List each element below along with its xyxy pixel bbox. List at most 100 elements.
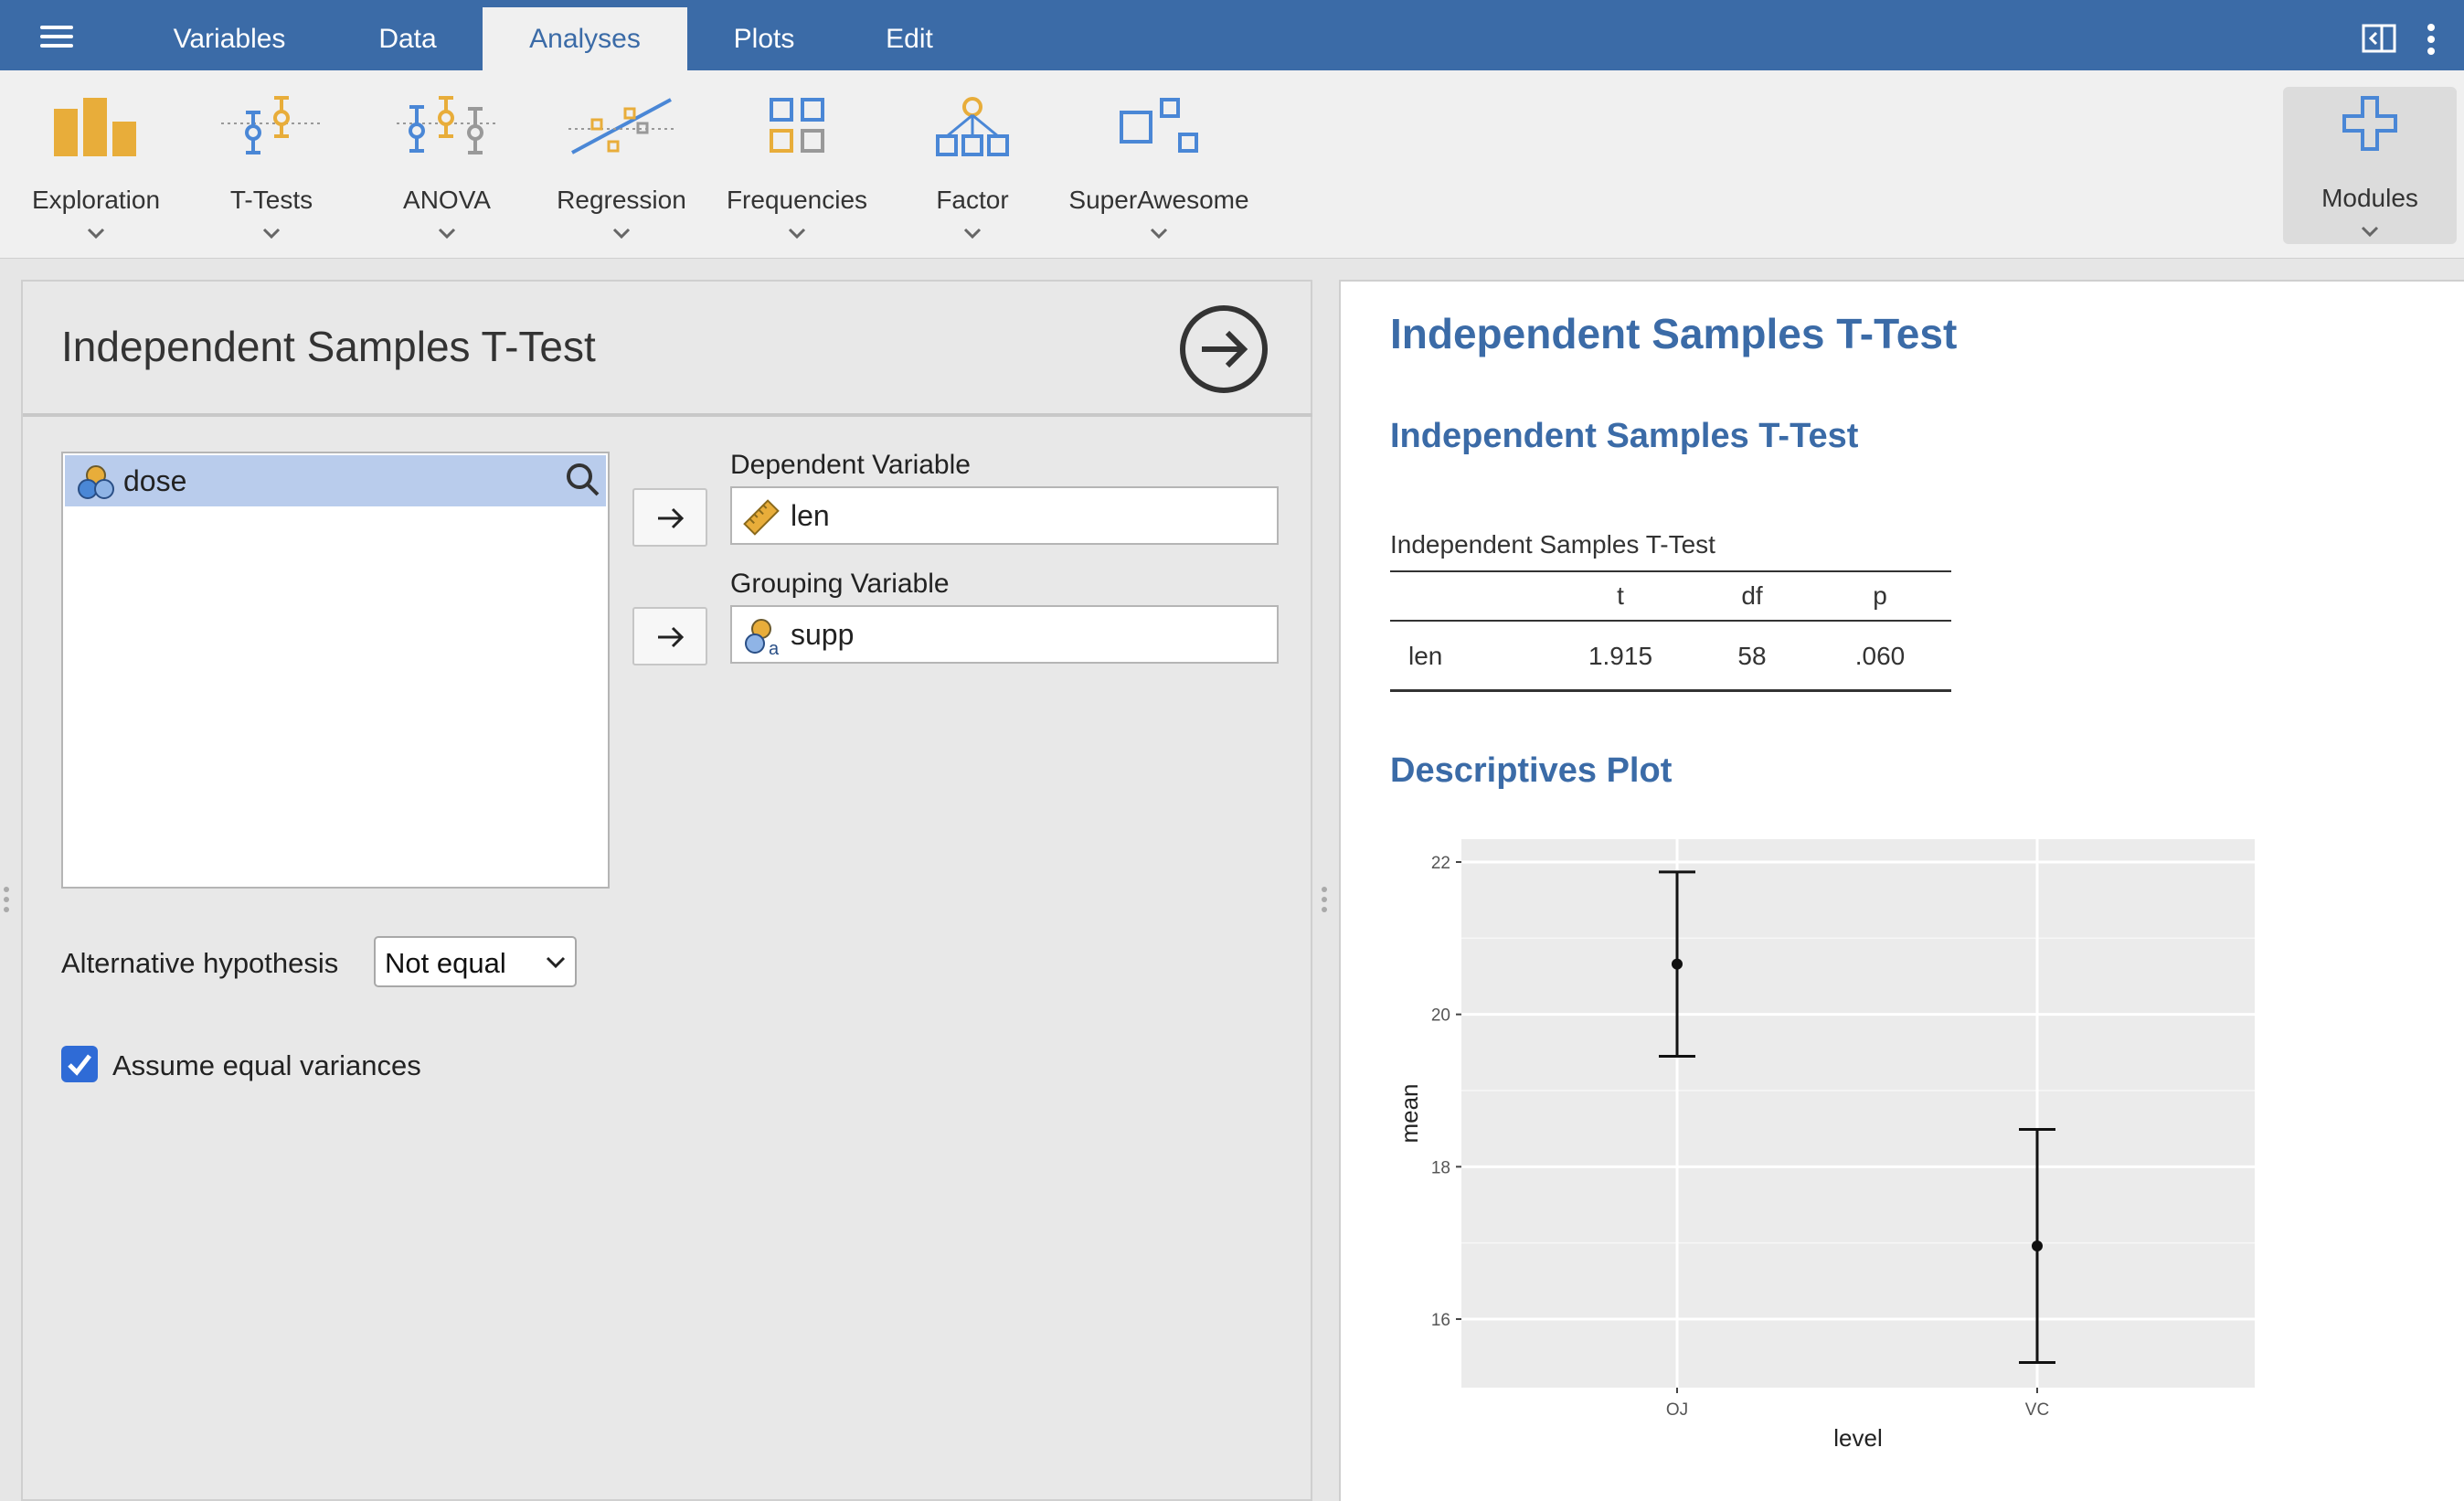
table-cell-p: .060 (1854, 642, 1906, 670)
anova-icon (397, 96, 497, 154)
plus-icon (2342, 96, 2397, 151)
x-tick-label: OJ (1666, 1400, 1688, 1420)
hamburger-menu-icon[interactable] (40, 26, 77, 48)
scale-variable-icon (743, 499, 780, 536)
chevron-down-icon (788, 228, 806, 239)
chevron-down-icon (963, 228, 982, 239)
x-tick-label: VC (2025, 1400, 2049, 1420)
factor-icon (936, 97, 1009, 156)
tab-edit[interactable]: Edit (841, 7, 978, 70)
y-tick-label: 20 (1431, 1006, 1450, 1026)
chevron-down-icon (2361, 226, 2379, 237)
ribbon-exploration-button[interactable]: Exploration (18, 89, 174, 244)
results-panel: Independent Samples T-Test Independent S… (1339, 280, 2464, 1501)
table-header-df: df (1741, 581, 1763, 610)
results-subtitle: Independent Samples T-Test (1390, 417, 1859, 455)
run-arrow-icon[interactable] (1178, 303, 1269, 395)
dependent-variable-field[interactable]: len (730, 486, 1279, 545)
alternative-hypothesis-select[interactable]: Not equal (374, 936, 577, 987)
more-vertical-icon[interactable] (2426, 24, 2437, 55)
results-title: Independent Samples T-Test (1390, 310, 1958, 357)
y-tick-label: 22 (1431, 854, 1450, 873)
tab-data[interactable]: Data (356, 7, 459, 70)
equal-variances-label: Assume equal variances (112, 1049, 421, 1081)
y-axis-label: mean (1396, 1083, 1423, 1143)
table-cell-variable: len (1408, 642, 1443, 670)
chevron-down-icon (1150, 228, 1168, 239)
nominal-variable-icon (78, 465, 114, 499)
search-icon[interactable] (566, 463, 600, 497)
table-cell-t: 1.915 (1588, 642, 1653, 670)
nominal-text-variable-icon: a (745, 619, 780, 656)
ribbon-frequencies-label: Frequencies (726, 186, 868, 214)
tab-variables[interactable]: Variables (146, 7, 313, 70)
table-top-rule (1390, 570, 1951, 572)
y-tick-label: 18 (1431, 1158, 1450, 1177)
ribbon-factor-label: Factor (936, 186, 1009, 214)
table-header-t: t (1617, 581, 1624, 610)
variable-name: dose (123, 464, 187, 497)
table-bottom-rule (1390, 689, 1951, 692)
grouping-variable-value: supp (791, 618, 855, 651)
left-resize-handle[interactable] (4, 887, 9, 920)
exploration-icon (54, 98, 136, 156)
analysis-options-panel: Independent Samples T-Test dose Dependen… (21, 280, 1312, 1501)
ribbon-t-tests-button[interactable]: T-Tests (207, 89, 336, 244)
ribbon-t-tests-label: T-Tests (229, 186, 313, 214)
plot-panel-background (1461, 839, 2255, 1388)
splitter-handle[interactable] (1322, 887, 1327, 920)
ribbon-factor-button[interactable]: Factor (910, 89, 1035, 244)
frequencies-icon (770, 98, 824, 153)
table-header-rule (1390, 620, 1951, 622)
svg-text:a: a (769, 639, 780, 656)
table-header-p: p (1873, 581, 1887, 610)
grouping-variable-field[interactable]: a supp (730, 605, 1279, 664)
chevron-down-icon (262, 228, 281, 239)
ribbon-regression-label: Regression (557, 186, 686, 214)
ribbon-frequencies-button[interactable]: Frequencies (717, 89, 877, 244)
arrow-right-icon (658, 507, 685, 529)
list-item[interactable]: dose (65, 455, 606, 506)
menu-bar: Variables Data Analyses Plots Edit (0, 0, 2464, 70)
collapse-panel-icon[interactable] (2362, 24, 2396, 53)
dependent-variable-value: len (791, 499, 830, 532)
chevron-down-icon (87, 228, 105, 239)
arrow-right-icon (658, 626, 685, 648)
equal-variances-checkbox[interactable] (61, 1046, 98, 1082)
chevron-down-icon (546, 956, 566, 969)
options-divider (23, 413, 1312, 417)
descriptives-plot: 16 18 20 22 OJ VC level mean (1396, 839, 2255, 1452)
x-axis-label: level (1833, 1424, 1882, 1452)
y-tick-label: 16 (1431, 1311, 1450, 1330)
t-tests-icon (221, 96, 322, 154)
ribbon-regression-button[interactable]: Regression (547, 89, 696, 244)
ribbon-anova-button[interactable]: ANOVA (382, 89, 512, 244)
chevron-down-icon (612, 228, 631, 239)
plot-title: Descriptives Plot (1390, 751, 1673, 790)
ribbon-modules-label: Modules (2321, 184, 2418, 212)
regression-icon (568, 98, 674, 154)
analysis-ribbon: Exploration T-Tests ANOVA Regression Fre… (0, 70, 2464, 259)
ribbon-superawesome-button[interactable]: SuperAwesome (1060, 89, 1258, 244)
checkmark-icon (68, 1054, 91, 1076)
chevron-down-icon (438, 228, 456, 239)
dependent-variable-label: Dependent Variable (730, 450, 971, 480)
tab-analyses[interactable]: Analyses (483, 7, 687, 70)
variable-list[interactable]: dose (61, 452, 610, 889)
alternative-hypothesis-label: Alternative hypothesis (61, 947, 339, 979)
superawesome-icon (1120, 98, 1198, 153)
table-cell-df: 58 (1737, 642, 1767, 670)
move-to-dependent-button[interactable] (632, 488, 707, 547)
move-to-grouping-button[interactable] (632, 607, 707, 665)
options-title: Independent Samples T-Test (61, 323, 596, 370)
ribbon-superawesome-label: SuperAwesome (1068, 186, 1249, 214)
alternative-hypothesis-value: Not equal (385, 947, 506, 979)
grouping-variable-label: Grouping Variable (730, 569, 950, 599)
mean-point (2032, 1240, 2043, 1251)
mean-point (1672, 958, 1683, 970)
ribbon-anova-label: ANOVA (403, 186, 491, 214)
tab-plots[interactable]: Plots (711, 7, 817, 70)
ribbon-exploration-label: Exploration (31, 186, 161, 214)
ribbon-modules-button[interactable]: Modules (2283, 87, 2457, 244)
table-title: Independent Samples T-Test (1390, 530, 1715, 559)
